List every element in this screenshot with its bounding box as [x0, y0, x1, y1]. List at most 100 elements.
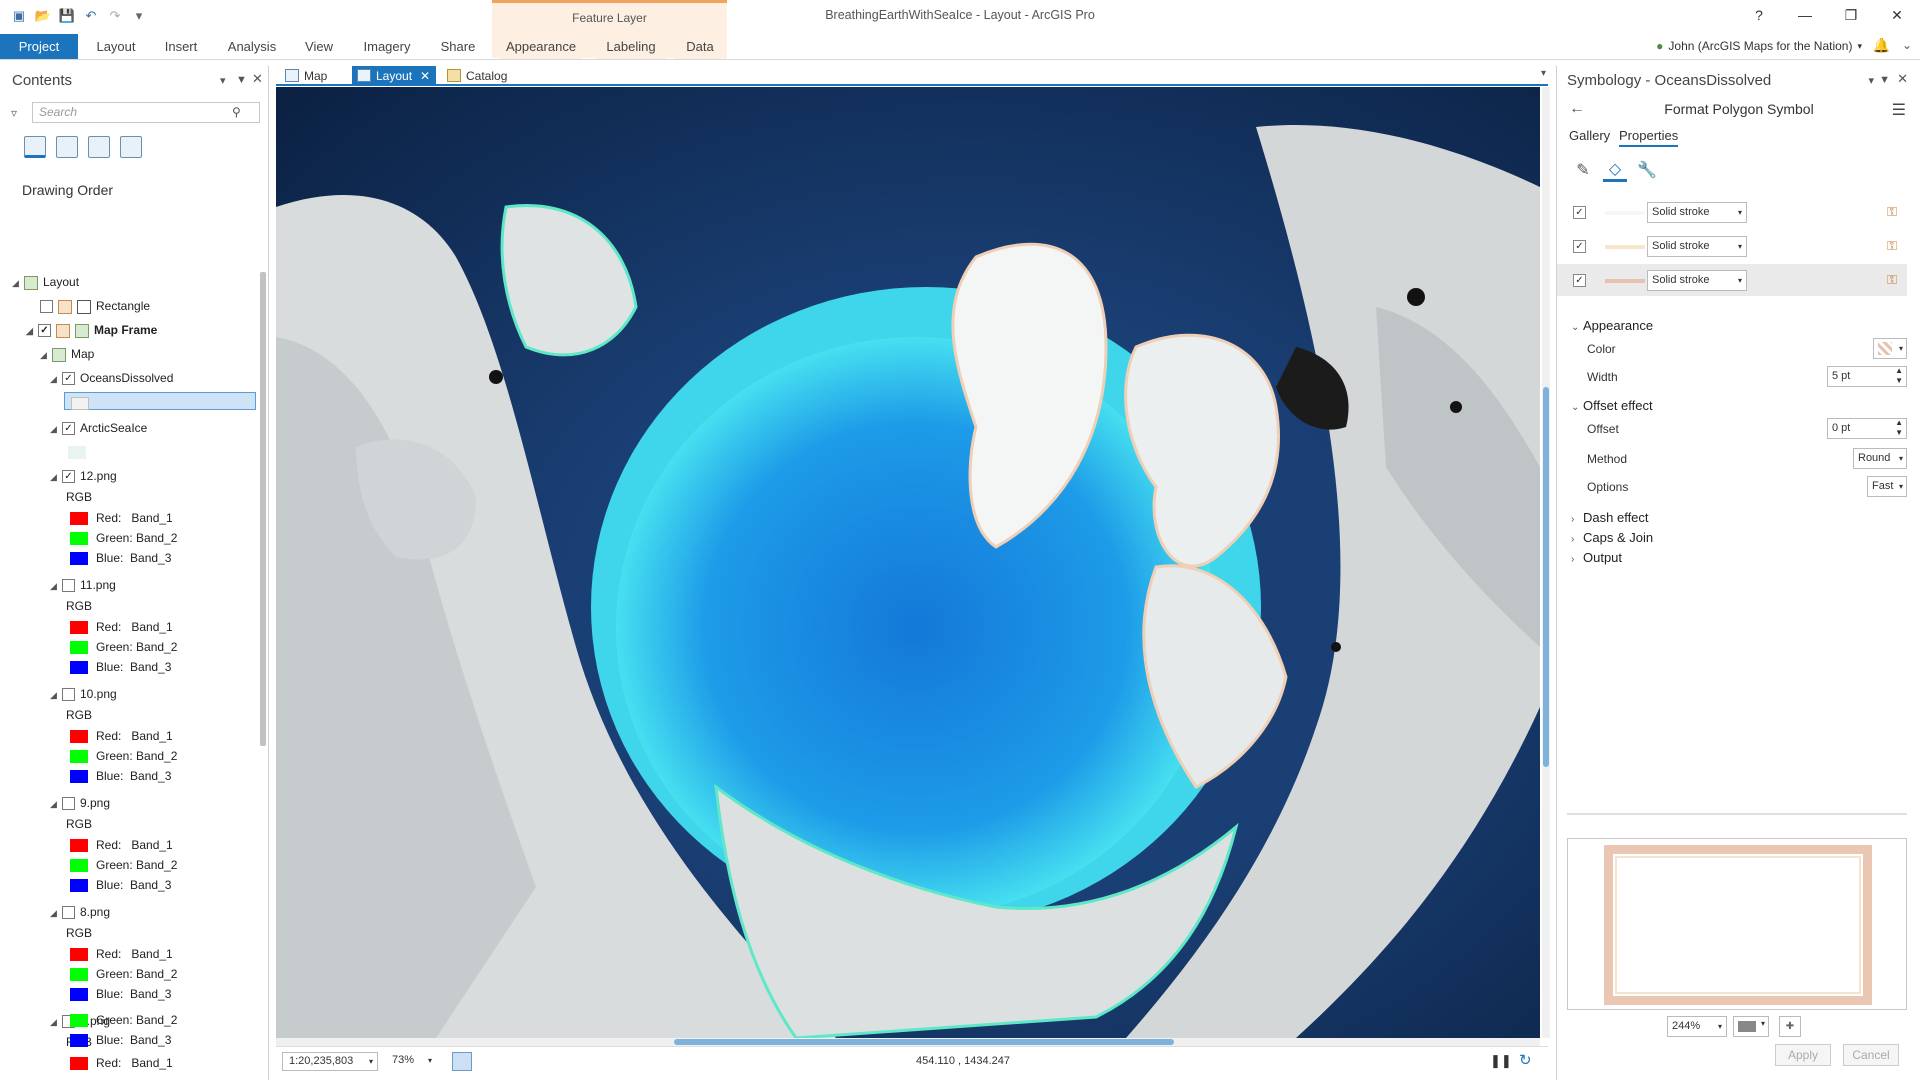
help-button[interactable]: ?	[1736, 0, 1782, 30]
expand-icon[interactable]: ◢	[50, 467, 62, 487]
customize-qat-icon[interactable]: ▾	[130, 8, 148, 24]
expand-icon[interactable]: ◢	[50, 1012, 62, 1032]
close-pane-icon[interactable]: ✕	[252, 71, 263, 87]
method-dropdown[interactable]: Round ▾	[1853, 448, 1907, 469]
expand-icon[interactable]: ◢	[50, 419, 62, 439]
drawing-order-icon[interactable]	[24, 136, 46, 158]
tree-item-map[interactable]: ◢ Map	[40, 344, 94, 364]
ribbon-collapse-icon[interactable]: ⌄	[1902, 38, 1912, 52]
close-pane-icon[interactable]: ✕	[1897, 71, 1908, 87]
offset-input[interactable]: 0 pt ▲ ▼	[1827, 418, 1907, 439]
band-green[interactable]: Green: Band_2	[70, 855, 177, 875]
expand-icon[interactable]: ◢	[26, 321, 38, 341]
lock-icon[interactable]: ⚿	[1887, 272, 1897, 288]
contents-scrollbar[interactable]	[260, 272, 266, 746]
color-picker[interactable]: ▾	[1873, 338, 1907, 359]
save-icon[interactable]: 💾	[58, 8, 76, 24]
dash-effect-section[interactable]: › Dash effect	[1571, 510, 1649, 525]
band-green[interactable]: Green: Band_2	[70, 964, 177, 984]
apply-button[interactable]: Apply	[1775, 1044, 1831, 1066]
labeling-view-icon[interactable]	[120, 136, 142, 158]
snapping-view-icon[interactable]	[88, 136, 110, 158]
visibility-checkbox[interactable]	[62, 906, 75, 920]
zoom-dropdown[interactable]: 73% ▾	[386, 1052, 436, 1071]
scroll-thumb[interactable]	[1543, 387, 1549, 767]
preview-zoom-dropdown[interactable]: 244% ▾	[1667, 1016, 1727, 1037]
caps-join-section[interactable]: › Caps & Join	[1571, 530, 1653, 545]
layer-type-dropdown[interactable]: Solid stroke ▾	[1647, 202, 1747, 223]
menu-icon[interactable]: ☰	[1892, 100, 1906, 120]
band-blue[interactable]: Blue: Band_3	[70, 657, 171, 677]
tree-item-raster[interactable]: ◢ 8.png	[50, 902, 110, 922]
tree-item-raster[interactable]: ◢ 10.png	[50, 684, 117, 704]
seaice-symbol-patch[interactable]	[68, 442, 94, 462]
close-tab-icon[interactable]: ✕	[420, 66, 430, 86]
visibility-checkbox[interactable]: ✓	[62, 372, 75, 386]
selection-view-icon[interactable]	[56, 136, 78, 158]
refresh-icon[interactable]: ↻	[1519, 1051, 1532, 1069]
search-input[interactable]: Search	[32, 102, 260, 123]
band-blue[interactable]: Blue: Band_3	[70, 1030, 171, 1050]
band-red[interactable]: Red: Band_1	[70, 944, 173, 964]
pin-icon[interactable]: ▼	[1879, 74, 1890, 86]
width-input[interactable]: 5 pt ▲ ▼	[1827, 366, 1907, 387]
expand-icon[interactable]: ◢	[40, 345, 52, 365]
symbol-layer-row[interactable]: ✓ Solid stroke ▾ ⚿	[1557, 230, 1907, 262]
map-horizontal-scrollbar[interactable]	[276, 1038, 1540, 1046]
visibility-checkbox[interactable]: ✓	[38, 324, 51, 338]
tree-item-rectangle[interactable]: Rectangle	[40, 296, 150, 316]
lock-icon[interactable]: ⚿	[1887, 204, 1897, 220]
visibility-checkbox[interactable]	[62, 797, 75, 811]
preview-background-dropdown[interactable]: ▾	[1733, 1016, 1769, 1037]
scale-dropdown[interactable]: 1:20,235,803 ▾	[282, 1052, 378, 1071]
symbol-layer-row[interactable]: ✓ Solid stroke ▾ ⚿	[1557, 264, 1907, 296]
lock-icon[interactable]	[58, 299, 72, 314]
tab-layout-view[interactable]: Layout ✕	[352, 66, 436, 86]
user-account[interactable]: ● John (ArcGIS Maps for the Nation) ▾	[1656, 39, 1862, 53]
scroll-thumb[interactable]	[674, 1039, 1174, 1045]
tab-list-icon[interactable]: ▾	[1541, 68, 1546, 79]
tree-item-seaice[interactable]: ◢ ✓ ArcticSeaIce	[50, 418, 147, 438]
options-dropdown[interactable]: Fast ▾	[1867, 476, 1907, 497]
search-icon[interactable]: ⚲	[232, 105, 241, 119]
tab-labeling[interactable]: Labeling	[596, 34, 666, 59]
expand-icon[interactable]: ◢	[50, 369, 62, 389]
tree-item-layout[interactable]: ◢ Layout	[12, 272, 79, 292]
offset-effect-section[interactable]: ⌄ Offset effect	[1571, 398, 1653, 413]
visibility-checkbox[interactable]: ✓	[62, 470, 75, 484]
preview-grid-icon[interactable]: ✚	[1779, 1016, 1801, 1037]
layer-checkbox[interactable]: ✓	[1573, 240, 1586, 253]
pane-splitter[interactable]	[1567, 813, 1907, 815]
visibility-checkbox[interactable]	[62, 579, 75, 593]
tab-layout[interactable]: Layout	[86, 34, 146, 59]
visibility-checkbox[interactable]	[62, 688, 75, 702]
pane-options-icon[interactable]: ▾	[220, 74, 226, 87]
pin-icon[interactable]: ▼	[236, 74, 247, 86]
band-green[interactable]: Green: Band_2	[70, 746, 177, 766]
lock-icon[interactable]	[56, 323, 70, 338]
tree-item-raster[interactable]: ◢ ✓ 12.png	[50, 466, 117, 486]
band-red[interactable]: Red: Band_1	[70, 1053, 173, 1073]
layer-type-dropdown[interactable]: Solid stroke ▾	[1647, 236, 1747, 257]
appearance-section[interactable]: ⌄ Appearance	[1571, 318, 1653, 333]
oceans-symbol-patch[interactable]	[64, 392, 256, 411]
tab-data[interactable]: Data	[674, 34, 726, 59]
tree-item-map-frame[interactable]: ◢ ✓ Map Frame	[26, 320, 157, 340]
visibility-checkbox[interactable]	[40, 300, 53, 314]
layer-checkbox[interactable]: ✓	[1573, 206, 1586, 219]
band-blue[interactable]: Blue: Band_3	[70, 875, 171, 895]
tab-catalog-view[interactable]: Catalog	[442, 66, 522, 86]
band-green[interactable]: Green: Band_2	[70, 1010, 177, 1030]
tab-properties[interactable]: Properties	[1619, 128, 1679, 147]
expand-icon[interactable]: ◢	[50, 685, 62, 705]
tree-item-oceans[interactable]: ◢ ✓ OceansDissolved	[50, 368, 173, 388]
tab-view[interactable]: View	[294, 34, 344, 59]
layer-checkbox[interactable]: ✓	[1573, 274, 1586, 287]
expand-icon[interactable]: ◢	[50, 903, 62, 923]
spinner-icon[interactable]: ▲ ▼	[1895, 366, 1903, 386]
tab-insert[interactable]: Insert	[152, 34, 210, 59]
tab-map-view[interactable]: Map	[280, 66, 346, 86]
restore-button[interactable]: ❐	[1828, 0, 1874, 30]
band-green[interactable]: Green: Band_2	[70, 528, 177, 548]
expand-icon[interactable]: ◢	[50, 794, 62, 814]
